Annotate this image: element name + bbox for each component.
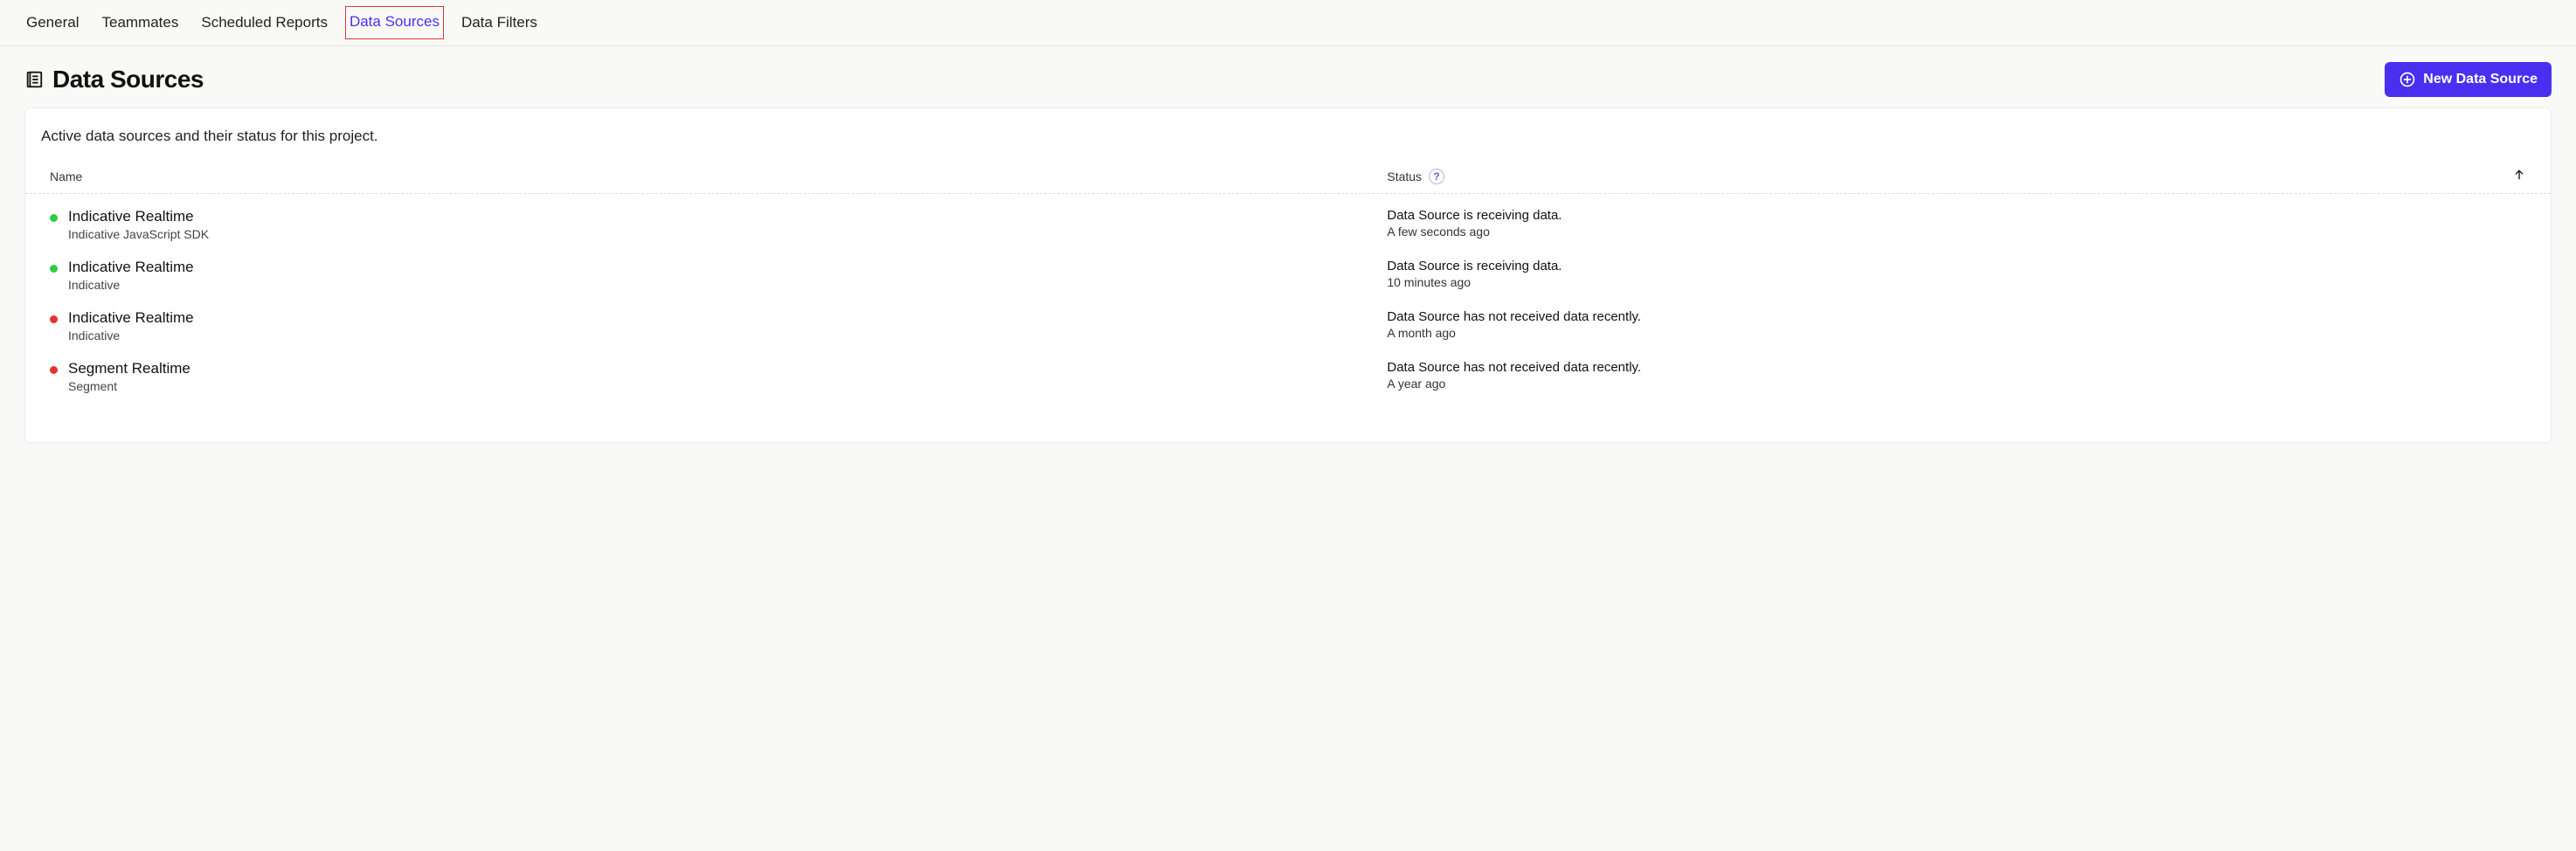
status-dot-icon bbox=[50, 265, 58, 273]
plus-circle-icon bbox=[2399, 71, 2416, 88]
column-sort bbox=[2279, 168, 2526, 184]
row-status-cell: Data Source is receiving data. 10 minutes… bbox=[1387, 259, 2526, 289]
column-header-status-label: Status bbox=[1387, 170, 1422, 183]
page-title: Data Sources bbox=[52, 66, 204, 93]
page-header: Data Sources New Data Source bbox=[0, 46, 2576, 107]
row-name: Segment Realtime bbox=[68, 360, 190, 377]
row-status-text: Data Source is receiving data. bbox=[1387, 259, 2526, 273]
row-name-wrap: Segment Realtime Segment bbox=[68, 360, 190, 393]
row-subtitle: Indicative bbox=[68, 278, 194, 292]
row-status-time: A month ago bbox=[1387, 326, 2526, 340]
tab-general[interactable]: General bbox=[24, 12, 80, 33]
data-sources-panel: Active data sources and their status for… bbox=[24, 107, 2552, 443]
row-name-cell: Indicative Realtime Indicative bbox=[50, 309, 1387, 342]
row-status-time: A year ago bbox=[1387, 377, 2526, 391]
row-subtitle: Indicative JavaScript SDK bbox=[68, 227, 209, 241]
row-name-cell: Indicative Realtime Indicative JavaScript… bbox=[50, 208, 1387, 241]
row-name-wrap: Indicative Realtime Indicative bbox=[68, 309, 194, 342]
row-name: Indicative Realtime bbox=[68, 208, 209, 225]
status-dot-icon bbox=[50, 214, 58, 222]
row-status-text: Data Source is receiving data. bbox=[1387, 208, 2526, 223]
tab-data-sources[interactable]: Data Sources bbox=[345, 6, 444, 39]
row-subtitle: Segment bbox=[68, 379, 190, 393]
row-name-wrap: Indicative Realtime Indicative JavaScript… bbox=[68, 208, 209, 241]
table-row[interactable]: Indicative Realtime Indicative JavaScript… bbox=[25, 199, 2551, 250]
table-row[interactable]: Indicative Realtime Indicative Data Source… bbox=[25, 301, 2551, 351]
row-status-text: Data Source has not received data recent… bbox=[1387, 360, 2526, 375]
tab-teammates[interactable]: Teammates bbox=[100, 12, 180, 33]
row-status-cell: Data Source has not received data recent… bbox=[1387, 309, 2526, 340]
column-header-status[interactable]: Status ? bbox=[1387, 169, 2278, 184]
row-subtitle: Indicative bbox=[68, 329, 194, 342]
row-status-text: Data Source has not received data recent… bbox=[1387, 309, 2526, 324]
row-name-cell: Indicative Realtime Indicative bbox=[50, 259, 1387, 292]
row-name: Indicative Realtime bbox=[68, 309, 194, 327]
table-row[interactable]: Segment Realtime Segment Data Source has n… bbox=[25, 351, 2551, 402]
help-icon[interactable]: ? bbox=[1429, 169, 1444, 184]
status-dot-icon bbox=[50, 366, 58, 374]
status-dot-icon bbox=[50, 315, 58, 323]
row-name: Indicative Realtime bbox=[68, 259, 194, 276]
panel-description: Active data sources and their status for… bbox=[25, 124, 2551, 163]
table-body: Indicative Realtime Indicative JavaScript… bbox=[25, 194, 2551, 407]
row-status-cell: Data Source is receiving data. A few seco… bbox=[1387, 208, 2526, 239]
new-data-source-label: New Data Source bbox=[2423, 72, 2538, 87]
table-header: Name Status ? bbox=[25, 163, 2551, 194]
row-status-time: 10 minutes ago bbox=[1387, 275, 2526, 289]
arrow-up-icon[interactable] bbox=[2512, 168, 2526, 184]
row-status-cell: Data Source has not received data recent… bbox=[1387, 360, 2526, 391]
tab-scheduled-reports[interactable]: Scheduled Reports bbox=[199, 12, 329, 33]
new-data-source-button[interactable]: New Data Source bbox=[2385, 62, 2552, 97]
tab-bar: General Teammates Scheduled Reports Data So… bbox=[0, 0, 2576, 46]
tab-data-filters[interactable]: Data Filters bbox=[460, 12, 539, 33]
row-status-time: A few seconds ago bbox=[1387, 225, 2526, 239]
column-header-name[interactable]: Name bbox=[50, 170, 1387, 183]
data-sources-icon bbox=[24, 70, 44, 89]
page-header-left: Data Sources bbox=[24, 66, 204, 93]
row-name-cell: Segment Realtime Segment bbox=[50, 360, 1387, 393]
table-row[interactable]: Indicative Realtime Indicative Data Source… bbox=[25, 250, 2551, 301]
row-name-wrap: Indicative Realtime Indicative bbox=[68, 259, 194, 292]
